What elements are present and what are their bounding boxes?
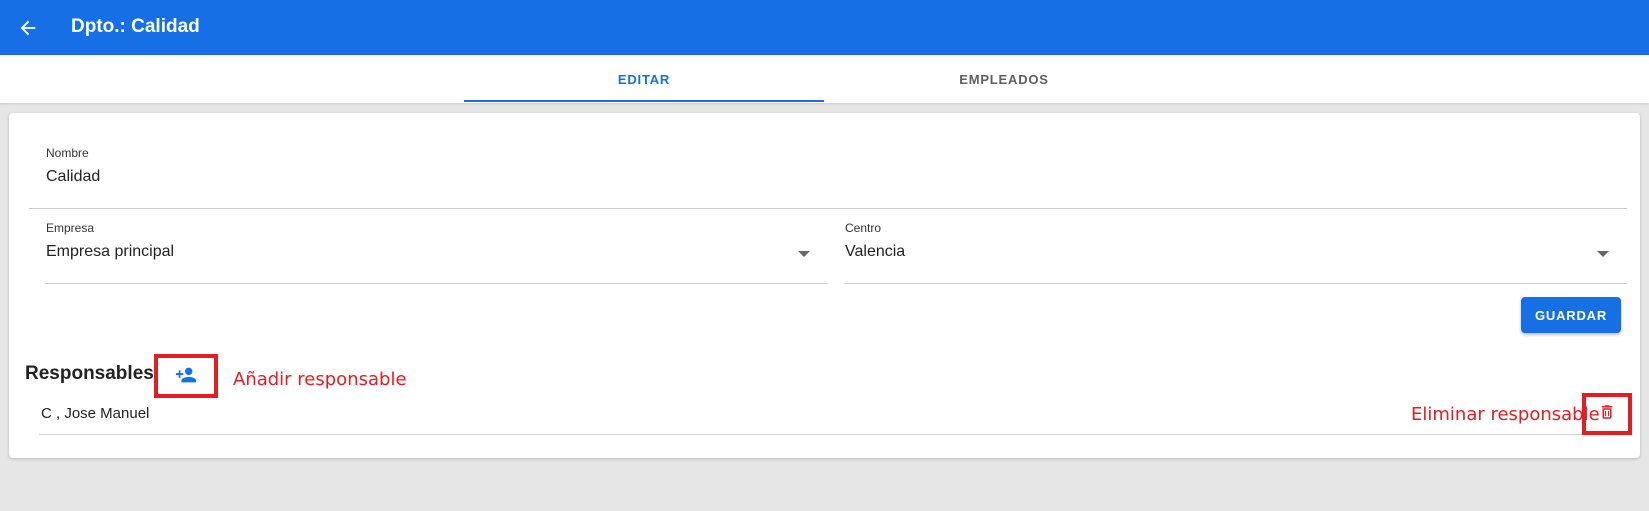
person-add-icon: [175, 367, 197, 383]
nombre-field[interactable]: Nombre Calidad: [29, 146, 1627, 209]
back-button[interactable]: [14, 14, 42, 42]
chevron-down-icon[interactable]: [798, 251, 810, 257]
tab-empleados[interactable]: EMPLEADOS: [824, 55, 1184, 103]
edit-card: Nombre Calidad Empresa Empresa principal…: [9, 113, 1640, 458]
trash-icon: [1601, 405, 1613, 419]
chevron-down-icon[interactable]: [1597, 251, 1609, 257]
tab-editar[interactable]: EDITAR: [464, 55, 824, 103]
tab-bar: EDITAR EMPLEADOS: [0, 55, 1649, 103]
empresa-label: Empresa: [46, 221, 95, 235]
responsables-heading: Responsables: [25, 363, 154, 384]
active-tab-indicator: [464, 100, 824, 102]
centro-value[interactable]: Valencia: [845, 243, 905, 261]
arrow-left-icon: [20, 20, 36, 36]
app-bar: Dpto.: Calidad: [0, 0, 1649, 55]
list-item: C , Jose Manuel Eliminar responsable: [39, 385, 1632, 435]
delete-responsable-button[interactable]: [1582, 393, 1632, 435]
nombre-label: Nombre: [46, 146, 89, 160]
empresa-select[interactable]: Empresa Empresa principal: [45, 221, 828, 284]
responsable-name: C , Jose Manuel: [41, 405, 150, 422]
delete-responsable-annotation: Eliminar responsable: [1411, 404, 1600, 425]
centro-select[interactable]: Centro Valencia: [844, 221, 1627, 284]
save-button[interactable]: GUARDAR: [1521, 297, 1621, 333]
nombre-value[interactable]: Calidad: [46, 168, 100, 186]
empresa-value[interactable]: Empresa principal: [46, 243, 174, 261]
page-title: Dpto.: Calidad: [71, 16, 200, 37]
centro-label: Centro: [845, 221, 882, 235]
